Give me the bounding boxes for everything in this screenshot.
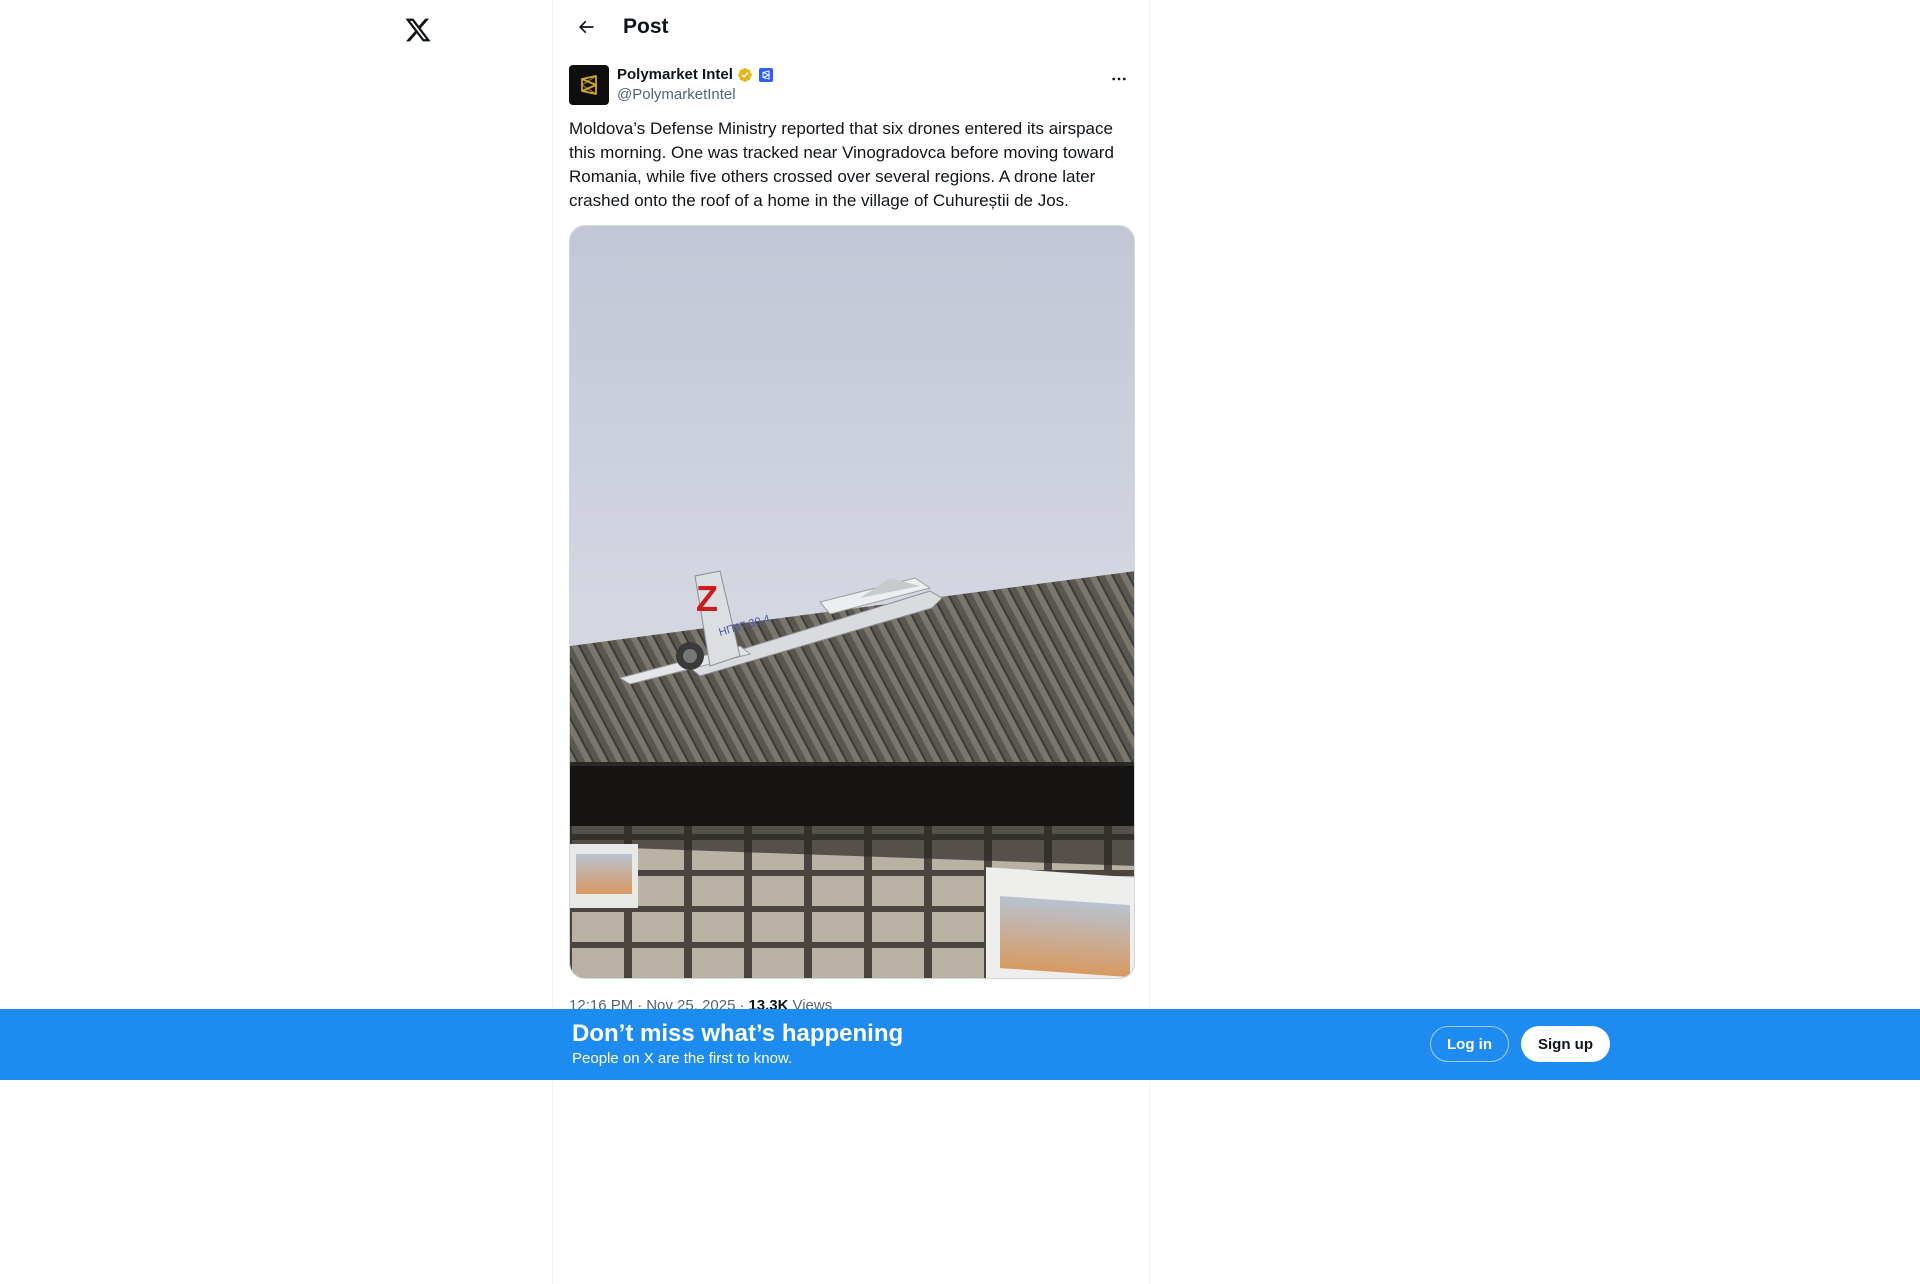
signup-button[interactable]: Sign up [1521, 1026, 1610, 1062]
author-handle[interactable]: @PolymarketIntel [617, 85, 773, 105]
signup-banner: Don’t miss what’s happening People on X … [0, 1009, 1920, 1080]
name-line: Polymarket Intel [617, 65, 773, 85]
back-button[interactable] [569, 10, 603, 44]
banner-buttons: Log in Sign up [1430, 1026, 1610, 1062]
polymarket-logo-icon [581, 75, 597, 95]
author-display-name[interactable]: Polymarket Intel [617, 65, 733, 85]
verified-badge-icon[interactable] [737, 67, 753, 83]
affiliate-badge-icon[interactable] [758, 68, 773, 82]
page-title: Post [623, 14, 669, 38]
avatar[interactable] [569, 65, 609, 105]
more-options-icon [1112, 77, 1126, 81]
banner-subtitle: People on X are the first to know. [572, 1050, 793, 1067]
page: Post Polymarket Intel @PolymarketIntel M… [0, 0, 1920, 1284]
x-logo-icon[interactable] [398, 10, 438, 50]
drone-on-roof-photo: Z НП47 30 4 [570, 226, 1134, 978]
post: Polymarket Intel @PolymarketIntel Moldov… [553, 53, 1149, 1014]
drone-z-marking: Z [696, 578, 718, 619]
primary-column: Post Polymarket Intel @PolymarketIntel M… [552, 0, 1150, 1284]
arrow-left-icon [578, 20, 594, 33]
banner-text: Don’t miss what’s happening People on X … [572, 1019, 903, 1069]
post-text: Moldova’s Defense Ministry reported that… [569, 119, 1119, 210]
post-image[interactable]: Z НП47 30 4 [569, 225, 1135, 979]
author-names: Polymarket Intel @PolymarketIntel [617, 65, 773, 105]
page-header: Post [553, 0, 1149, 53]
author-row: Polymarket Intel @PolymarketIntel [569, 65, 1133, 105]
login-button[interactable]: Log in [1430, 1026, 1509, 1062]
more-button[interactable] [1105, 65, 1133, 93]
banner-title: Don’t miss what’s happening [572, 1020, 904, 1047]
